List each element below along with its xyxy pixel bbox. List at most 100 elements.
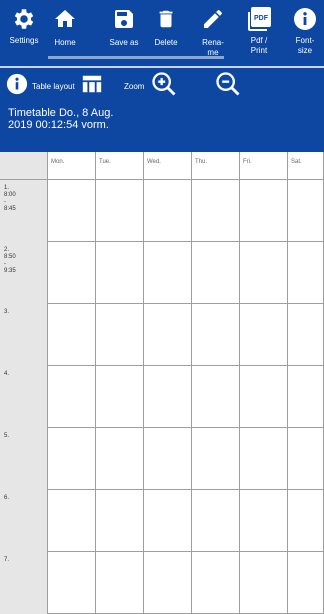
timetable-cell[interactable] bbox=[144, 366, 192, 428]
settings-button[interactable]: Settings bbox=[4, 0, 44, 64]
timetable-cell[interactable] bbox=[48, 366, 96, 428]
day-header: Sat. bbox=[288, 152, 324, 180]
zoom-label: Zoom bbox=[124, 81, 145, 91]
timetable-cell[interactable] bbox=[96, 242, 144, 304]
day-header: Wed. bbox=[144, 152, 192, 180]
table-layout-icon bbox=[81, 73, 103, 100]
timetable-cell[interactable] bbox=[96, 490, 144, 552]
table-layout-label: Table layout bbox=[32, 81, 75, 91]
timetable-cell[interactable] bbox=[288, 242, 324, 304]
timetable-cell[interactable] bbox=[240, 428, 288, 490]
timetable-cell[interactable] bbox=[192, 180, 240, 242]
timetable-cell[interactable] bbox=[48, 490, 96, 552]
timetable-cell[interactable] bbox=[48, 304, 96, 366]
zoom-group: Zoom bbox=[124, 68, 178, 104]
timetable-cell[interactable] bbox=[240, 552, 288, 614]
timetable-cell[interactable] bbox=[144, 552, 192, 614]
home-icon bbox=[53, 2, 77, 36]
period-label[interactable]: 2. 8:50 - 9:35 bbox=[0, 242, 48, 304]
timetable-cell[interactable] bbox=[192, 304, 240, 366]
period-row: 3. bbox=[0, 304, 324, 366]
top-toolbar: Settings Home Save as Delete Rena- me PD… bbox=[0, 0, 324, 68]
day-header: Mon. bbox=[48, 152, 96, 180]
gear-icon bbox=[11, 2, 37, 36]
toolbar-scroll-indicator bbox=[48, 56, 224, 59]
day-header: Thu. bbox=[192, 152, 240, 180]
timetable-cell[interactable] bbox=[240, 242, 288, 304]
period-row: 1. 8:00 - 8:45 bbox=[0, 180, 324, 242]
zoom-out-button[interactable] bbox=[214, 68, 242, 104]
timetable-cell[interactable] bbox=[48, 242, 96, 304]
timetable-cell[interactable] bbox=[144, 180, 192, 242]
period-label[interactable]: 1. 8:00 - 8:45 bbox=[0, 180, 48, 242]
zoom-in-icon[interactable] bbox=[150, 70, 178, 103]
pencil-icon bbox=[201, 2, 225, 36]
timetable-cell[interactable] bbox=[288, 428, 324, 490]
timetable-cell[interactable] bbox=[144, 242, 192, 304]
rename-button[interactable]: Rena- me bbox=[194, 0, 232, 64]
zoom-out-icon[interactable] bbox=[214, 70, 242, 103]
font-size-button[interactable]: Font- size bbox=[288, 0, 322, 64]
timetable-cell[interactable] bbox=[48, 428, 96, 490]
timetable-cell[interactable] bbox=[288, 366, 324, 428]
pdf-print-button[interactable]: PDF Pdf / Print bbox=[240, 0, 278, 64]
period-row: 4. bbox=[0, 366, 324, 428]
delete-button[interactable]: Delete bbox=[148, 0, 184, 64]
timetable-cell[interactable] bbox=[240, 366, 288, 428]
timetable-cell[interactable] bbox=[240, 304, 288, 366]
pdf-icon-text: PDF bbox=[254, 15, 269, 22]
timetable-cell[interactable] bbox=[96, 366, 144, 428]
table-layout-button[interactable]: Table layout bbox=[6, 68, 103, 104]
save-as-label: Save as bbox=[109, 38, 139, 47]
timetable-cell[interactable] bbox=[96, 180, 144, 242]
home-label: Home bbox=[54, 38, 76, 47]
day-header: Tue. bbox=[96, 152, 144, 180]
timetable-cell[interactable] bbox=[96, 304, 144, 366]
timetable-title: Timetable Do., 8 Aug. 2019 00:12:54 vorm… bbox=[8, 107, 114, 131]
timetable-cell[interactable] bbox=[192, 242, 240, 304]
timetable-cell[interactable] bbox=[288, 304, 324, 366]
trash-icon bbox=[155, 2, 177, 36]
timetable-cell[interactable] bbox=[240, 180, 288, 242]
view-toolbar: Table layout Zoom bbox=[0, 68, 324, 104]
grid-corner bbox=[0, 152, 48, 180]
settings-label: Settings bbox=[9, 36, 39, 45]
timetable-cell[interactable] bbox=[96, 552, 144, 614]
day-header: Fri. bbox=[240, 152, 288, 180]
info-icon bbox=[293, 2, 317, 36]
save-icon bbox=[112, 2, 136, 36]
timetable-cell[interactable] bbox=[192, 552, 240, 614]
timetable-cell[interactable] bbox=[192, 490, 240, 552]
font-size-label: Font- size bbox=[295, 36, 315, 55]
period-row: 7. bbox=[0, 552, 324, 614]
timetable-cell[interactable] bbox=[48, 180, 96, 242]
timetable-grid: Mon. Tue. Wed. Thu. Fri. Sat. 1. 8:00 - 8:45 2.… bbox=[0, 152, 324, 614]
delete-label: Delete bbox=[154, 38, 178, 47]
timetable-cell[interactable] bbox=[192, 428, 240, 490]
timetable-title-bar: Timetable Do., 8 Aug. 2019 00:12:54 vorm… bbox=[0, 104, 324, 152]
period-label[interactable]: 7. bbox=[0, 552, 48, 614]
save-as-button[interactable]: Save as bbox=[104, 0, 144, 64]
home-button[interactable]: Home bbox=[46, 0, 84, 64]
timetable-cell[interactable] bbox=[96, 428, 144, 490]
period-row: 6. bbox=[0, 490, 324, 552]
pdf-print-label: Pdf / Print bbox=[250, 36, 268, 55]
pdf-icon: PDF bbox=[246, 2, 272, 36]
period-label[interactable]: 4. bbox=[0, 366, 48, 428]
timetable-cell[interactable] bbox=[144, 490, 192, 552]
timetable-cell[interactable] bbox=[48, 552, 96, 614]
timetable-cell[interactable] bbox=[144, 304, 192, 366]
timetable-cell[interactable] bbox=[288, 180, 324, 242]
timetable-cell[interactable] bbox=[288, 552, 324, 614]
timetable-cell[interactable] bbox=[192, 366, 240, 428]
rename-label: Rena- me bbox=[202, 38, 224, 57]
period-row: 5. bbox=[0, 428, 324, 490]
period-label[interactable]: 5. bbox=[0, 428, 48, 490]
period-label[interactable]: 3. bbox=[0, 304, 48, 366]
info-icon bbox=[6, 73, 28, 100]
timetable-cell[interactable] bbox=[144, 428, 192, 490]
timetable-cell[interactable] bbox=[288, 490, 324, 552]
timetable-cell[interactable] bbox=[240, 490, 288, 552]
period-label[interactable]: 6. bbox=[0, 490, 48, 552]
period-row: 2. 8:50 - 9:35 bbox=[0, 242, 324, 304]
